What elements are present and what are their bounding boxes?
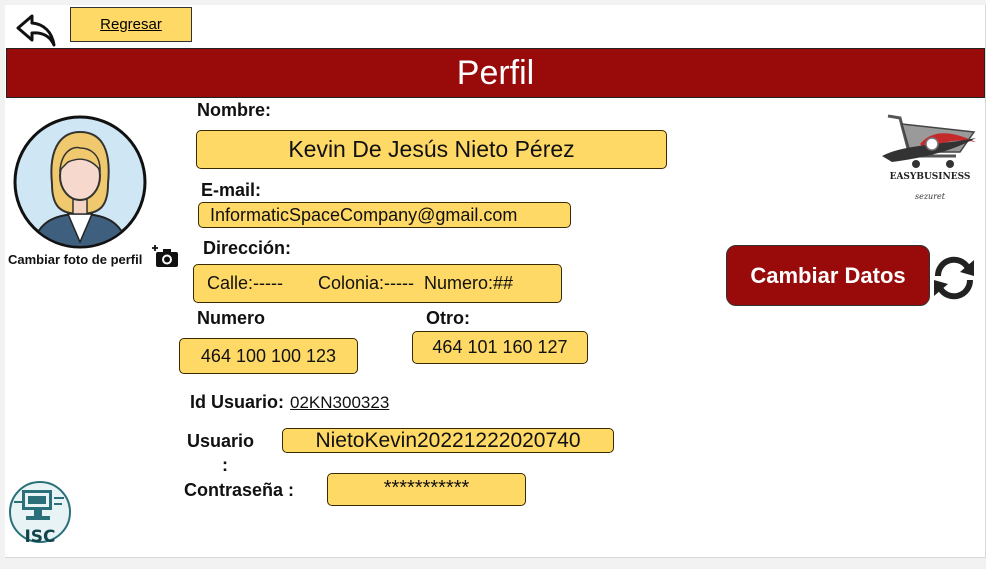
otro-value: 464 101 160 127 bbox=[432, 337, 568, 357]
usuario-colon: : bbox=[222, 455, 228, 475]
usuario-value: NietoKevin20221222020740 bbox=[315, 428, 581, 452]
email-value: InformaticSpaceCompany@gmail.com bbox=[210, 204, 518, 225]
usuario-label: Usuario bbox=[187, 431, 255, 451]
numero-label: Numero bbox=[197, 308, 266, 328]
back-arrow-icon[interactable] bbox=[14, 12, 58, 48]
page-title: Perfil bbox=[456, 53, 535, 92]
password-value: *********** bbox=[383, 477, 470, 499]
password-field[interactable]: *********** bbox=[327, 473, 526, 506]
otro-label: Otro: bbox=[426, 308, 470, 328]
cambiar-datos-button[interactable]: Cambiar Datos bbox=[726, 245, 930, 306]
direccion-label: Dirección: bbox=[203, 238, 292, 258]
isc-text: ISC bbox=[24, 527, 55, 547]
id-usuario-label: Id Usuario: bbox=[190, 392, 285, 412]
numero-field[interactable]: 464 100 100 123 bbox=[179, 338, 358, 374]
change-photo-label: Cambiar foto de perfil bbox=[8, 252, 143, 267]
direccion-value: Calle:----- Colonia:----- Numero:## bbox=[207, 273, 514, 293]
id-usuario-row: Id Usuario: 02KN300323 bbox=[190, 392, 389, 413]
refresh-icon[interactable] bbox=[930, 254, 978, 302]
password-label: Contraseña : bbox=[184, 480, 295, 500]
avatar bbox=[13, 115, 147, 249]
camera-icon[interactable] bbox=[152, 244, 180, 268]
isc-logo: ISC bbox=[9, 481, 71, 547]
nombre-value: Kevin De Jesús Nieto Pérez bbox=[288, 136, 575, 162]
numero-value: 464 100 100 123 bbox=[200, 345, 337, 366]
email-label: E-mail: bbox=[201, 180, 262, 200]
page-title-bar: Perfil bbox=[6, 48, 985, 98]
direccion-field[interactable]: Calle:----- Colonia:----- Numero:## bbox=[193, 264, 562, 303]
nombre-field[interactable]: Kevin De Jesús Nieto Pérez bbox=[196, 130, 667, 169]
easybusiness-logo: EASYBUSINESS sezuret bbox=[882, 114, 976, 201]
email-field[interactable]: InformaticSpaceCompany@gmail.com bbox=[198, 202, 571, 228]
usuario-field[interactable]: NietoKevin20221222020740 bbox=[282, 428, 614, 453]
nombre-label: Nombre: bbox=[197, 100, 272, 120]
id-usuario-value[interactable]: 02KN300323 bbox=[290, 393, 389, 413]
easybusiness-text: EASYBUSINESS bbox=[890, 172, 971, 182]
regresar-button[interactable]: Regresar bbox=[70, 7, 192, 42]
easybusiness-subtext: sezuret bbox=[915, 192, 946, 201]
otro-field[interactable]: 464 101 160 127 bbox=[412, 331, 588, 364]
